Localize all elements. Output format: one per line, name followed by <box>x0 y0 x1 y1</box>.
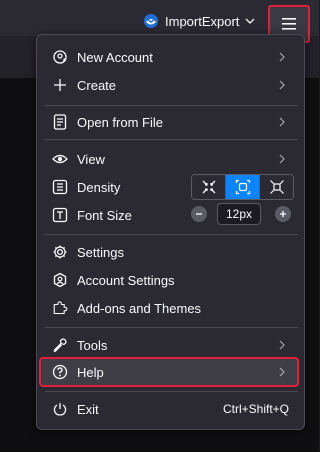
density-toggle-group <box>191 174 294 200</box>
menu-separator <box>45 234 298 235</box>
file-icon <box>51 113 69 131</box>
font-size-value[interactable]: 12px <box>217 203 261 225</box>
thunderbird-logo-icon <box>144 14 158 28</box>
power-icon <box>51 400 69 418</box>
menu-item-new-account[interactable]: New Account <box>47 45 295 69</box>
menu-item-label: Font Size <box>77 207 132 223</box>
gear-icon <box>51 243 69 261</box>
menu-item-open-from-file[interactable]: Open from File <box>47 110 295 134</box>
menu-item-tools[interactable]: Tools <box>47 333 295 357</box>
chevron-right-icon <box>279 80 285 90</box>
wrench-icon <box>51 336 69 354</box>
chevron-right-icon <box>279 117 285 127</box>
chevron-right-icon <box>279 367 285 377</box>
density-icon <box>51 178 69 196</box>
menu-item-label: Add-ons and Themes <box>77 300 202 316</box>
menu-item-create[interactable]: Create <box>47 73 295 97</box>
menu-item-label: Tools <box>77 337 108 353</box>
font-size-decrease-button[interactable] <box>191 206 207 222</box>
minus-icon <box>196 213 202 215</box>
menu-item-settings[interactable]: Settings <box>47 240 295 264</box>
menu-item-help[interactable]: Help <box>47 360 295 384</box>
menu-separator <box>45 139 298 140</box>
eye-icon <box>51 150 69 168</box>
menu-item-account-settings[interactable]: Account Settings <box>47 268 295 292</box>
account-selector[interactable]: ImportExport <box>143 10 255 32</box>
hamburger-icon <box>282 18 296 30</box>
app-menu-panel: New Account Create Open from File View D… <box>36 34 305 430</box>
density-default-icon <box>235 179 250 195</box>
font-size-increase-button[interactable] <box>275 206 291 222</box>
puzzle-icon <box>51 299 69 317</box>
menu-separator <box>45 105 298 106</box>
new-account-icon <box>51 48 69 66</box>
menu-item-label: Settings <box>77 244 124 260</box>
density-relaxed-button[interactable] <box>260 175 293 199</box>
font-size-icon <box>51 206 69 224</box>
menu-separator <box>45 327 298 328</box>
density-relaxed-icon <box>269 180 284 194</box>
menu-item-label: New Account <box>77 49 153 65</box>
chevron-right-icon <box>279 154 285 164</box>
menu-item-label: Create <box>77 77 117 93</box>
density-compact-button[interactable] <box>192 175 226 199</box>
account-settings-icon <box>51 271 69 289</box>
plus-small-icon <box>280 211 286 217</box>
density-compact-icon <box>202 180 215 194</box>
menu-item-exit[interactable]: Exit Ctrl+Shift+Q <box>47 397 295 421</box>
chevron-down-icon <box>245 18 255 24</box>
chevron-right-icon <box>279 340 285 350</box>
help-icon <box>51 363 69 381</box>
chevron-right-icon <box>279 52 285 62</box>
plus-icon <box>51 76 69 94</box>
menu-separator <box>45 391 298 392</box>
account-label: ImportExport <box>165 13 240 29</box>
menu-item-label: Open from File <box>77 114 163 130</box>
menu-item-addons-themes[interactable]: Add-ons and Themes <box>47 296 295 320</box>
exit-shortcut: Ctrl+Shift+Q <box>222 402 289 416</box>
menu-item-label: View <box>77 151 105 167</box>
menu-item-label: Exit <box>77 401 99 417</box>
density-default-button[interactable] <box>226 175 260 199</box>
menu-item-label: Account Settings <box>77 272 175 288</box>
menu-item-view[interactable]: View <box>47 147 295 171</box>
menu-item-label: Help <box>77 364 104 380</box>
